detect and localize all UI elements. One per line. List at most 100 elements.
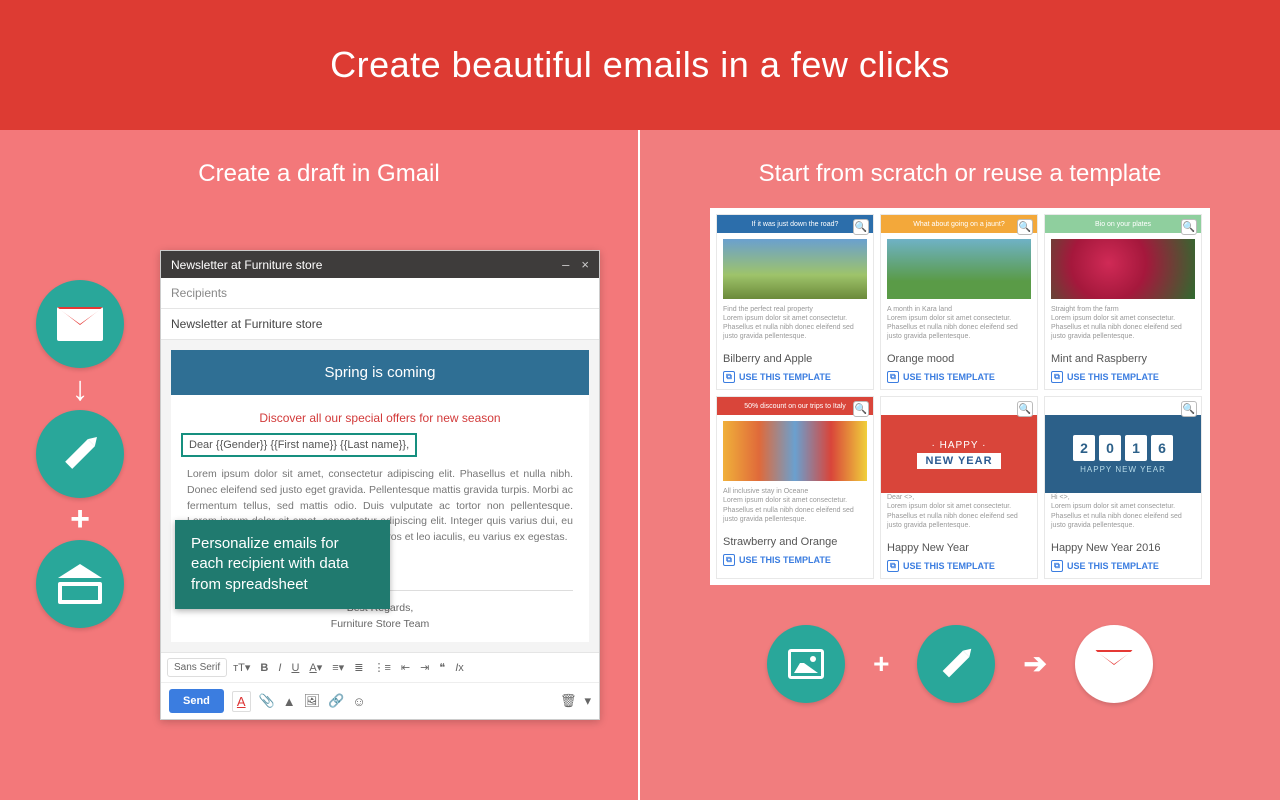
template-caption: Hi <>,Lorem ipsum dolor sit amet consect… — [1045, 493, 1201, 535]
zoom-icon[interactable]: 🔍 — [1017, 401, 1033, 417]
template-strip: If it was just down the road? — [717, 215, 873, 233]
indent-right-icon[interactable]: ⇥ — [416, 658, 433, 677]
template-card[interactable]: 🔍What about going on a jaunt? A month in … — [880, 214, 1038, 390]
open-mail-icon — [36, 540, 124, 628]
send-button[interactable]: Send — [169, 689, 224, 713]
image-insert-icon[interactable]: 🖼 — [304, 693, 321, 709]
template-caption: A month in Kara landLorem ipsum dolor si… — [881, 305, 1037, 347]
template-name: Bilberry and Apple — [717, 347, 873, 371]
use-template-button[interactable]: ⧉USE THIS TEMPLATE — [1045, 371, 1201, 389]
link-icon[interactable]: 🔗 — [328, 693, 344, 709]
right-column: Start from scratch or reuse a template 🔍… — [640, 130, 1280, 800]
template-card[interactable]: 🔍50% discount on our trips to Italy All i… — [716, 396, 874, 578]
template-strip: What about going on a jaunt? — [881, 215, 1037, 233]
template-card[interactable]: 🔍If it was just down the road? Find the p… — [716, 214, 874, 390]
compose-titlebar[interactable]: Newsletter at Furniture store – × — [161, 251, 599, 278]
gmail-icon — [1075, 625, 1153, 703]
gmail-icon — [36, 280, 124, 368]
copy-icon: ⧉ — [887, 560, 899, 572]
workflow-row: + ➔ — [660, 625, 1260, 703]
template-name: Orange mood — [881, 347, 1037, 371]
template-thumb — [723, 421, 867, 481]
workflow-steps: ↓ + — [30, 280, 130, 628]
use-template-button[interactable]: ⧉USE THIS TEMPLATE — [881, 371, 1037, 389]
font-size-icon[interactable]: тT▾ — [229, 658, 254, 677]
font-family-select[interactable]: Sans Serif — [167, 658, 227, 677]
quote-icon[interactable]: ❝ — [435, 658, 449, 677]
template-name: Happy New Year 2016 — [1045, 536, 1201, 560]
template-thumb — [887, 239, 1031, 299]
zoom-icon[interactable]: 🔍 — [1181, 219, 1197, 235]
arrow-right-icon: ➔ — [1023, 647, 1046, 680]
minimize-icon[interactable]: – — [562, 257, 569, 272]
arrow-down-icon: ↓ — [72, 372, 89, 406]
page-title: Create beautiful emails in a few clicks — [330, 44, 950, 86]
align-icon[interactable]: ≡▾ — [328, 658, 348, 677]
left-heading: Create a draft in Gmail — [20, 160, 618, 188]
use-template-button[interactable]: ⧉USE THIS TEMPLATE — [717, 554, 873, 572]
template-card[interactable]: 🔍Bio on your plates Straight from the far… — [1044, 214, 1202, 390]
merge-token-greeting: Dear {{Gender}} {{First name}} {{Last na… — [181, 433, 417, 457]
template-caption: Straight from the farmLorem ipsum dolor … — [1045, 305, 1201, 347]
template-strip — [1045, 397, 1201, 415]
recipients-field[interactable]: Recipients — [161, 278, 599, 309]
emoji-icon[interactable]: ☺ — [352, 694, 365, 709]
use-template-button[interactable]: ⧉USE THIS TEMPLATE — [717, 371, 873, 389]
numbered-list-icon[interactable]: ≣ — [350, 658, 367, 677]
use-template-button[interactable]: ⧉USE THIS TEMPLATE — [881, 560, 1037, 578]
edit-icon — [917, 625, 995, 703]
template-card[interactable]: 🔍2016HAPPY NEW YEARHi <>,Lorem ipsum dol… — [1044, 396, 1202, 578]
trash-icon[interactable]: 🗑 — [560, 693, 577, 709]
left-column: Create a draft in Gmail ↓ + Newsletter a… — [0, 130, 640, 800]
formatting-toolbar: Sans Serif тT▾ B I U A▾ ≡▾ ≣ ⋮≡ ⇤ ⇥ ❝ Ix — [161, 652, 599, 682]
copy-icon: ⧉ — [723, 554, 735, 566]
more-icon[interactable]: ▾ — [584, 693, 591, 709]
close-icon[interactable]: × — [581, 257, 589, 272]
template-thumb: · HAPPY ·NEW YEAR — [881, 415, 1037, 493]
drive-icon[interactable]: ▲ — [283, 694, 296, 709]
newsletter-heading: Spring is coming — [171, 350, 589, 395]
template-grid: 🔍If it was just down the road?Find the p… — [710, 208, 1210, 585]
zoom-icon[interactable]: 🔍 — [853, 401, 869, 417]
text-color-icon[interactable]: A▾ — [305, 658, 326, 677]
template-thumb — [723, 239, 867, 299]
indent-left-icon[interactable]: ⇤ — [397, 658, 414, 677]
attach-icon[interactable]: 📎 — [259, 693, 275, 709]
edit-icon — [36, 410, 124, 498]
bulleted-list-icon[interactable]: ⋮≡ — [369, 658, 394, 677]
newsletter-subheading: Discover all our special offers for new … — [171, 395, 589, 433]
clear-format-icon[interactable]: Ix — [451, 659, 468, 677]
zoom-icon[interactable]: 🔍 — [853, 219, 869, 235]
template-strip — [881, 397, 1037, 415]
header: Create beautiful emails in a few clicks — [0, 0, 1280, 130]
template-strip: Bio on your plates — [1045, 215, 1201, 233]
template-caption: All inclusive stay in OceaneLorem ipsum … — [717, 487, 873, 529]
subject-field[interactable]: Newsletter at Furniture store — [161, 309, 599, 340]
gmail-compose-window: Newsletter at Furniture store – × Recipi… — [160, 250, 600, 720]
template-caption: Find the perfect real propertyLorem ipsu… — [717, 305, 873, 347]
copy-icon: ⧉ — [1051, 560, 1063, 572]
template-caption: Dear <>,Lorem ipsum dolor sit amet conse… — [881, 493, 1037, 535]
content: Create a draft in Gmail ↓ + Newsletter a… — [0, 130, 1280, 800]
plus-icon: + — [70, 502, 90, 536]
copy-icon: ⧉ — [723, 371, 735, 383]
zoom-icon[interactable]: 🔍 — [1181, 401, 1197, 417]
image-icon — [767, 625, 845, 703]
use-template-button[interactable]: ⧉USE THIS TEMPLATE — [1045, 560, 1201, 578]
zoom-icon[interactable]: 🔍 — [1017, 219, 1033, 235]
copy-icon: ⧉ — [1051, 371, 1063, 383]
template-thumb — [1051, 239, 1195, 299]
font-style-icon[interactable]: A — [232, 691, 251, 712]
compose-title: Newsletter at Furniture store — [171, 258, 322, 272]
template-card[interactable]: 🔍· HAPPY ·NEW YEARDear <>,Lorem ipsum do… — [880, 396, 1038, 578]
send-bar: Send A 📎 ▲ 🖼 🔗 ☺ 🗑 ▾ — [161, 682, 599, 719]
underline-icon[interactable]: U — [287, 659, 303, 677]
personalize-callout: Personalize emails for each recipient wi… — [175, 520, 390, 609]
template-name: Strawberry and Orange — [717, 530, 873, 554]
bold-icon[interactable]: B — [256, 659, 272, 677]
template-name: Mint and Raspberry — [1045, 347, 1201, 371]
template-strip: 50% discount on our trips to Italy — [717, 397, 873, 415]
plus-icon: + — [873, 648, 889, 680]
italic-icon[interactable]: I — [274, 659, 285, 677]
template-name: Happy New Year — [881, 536, 1037, 560]
